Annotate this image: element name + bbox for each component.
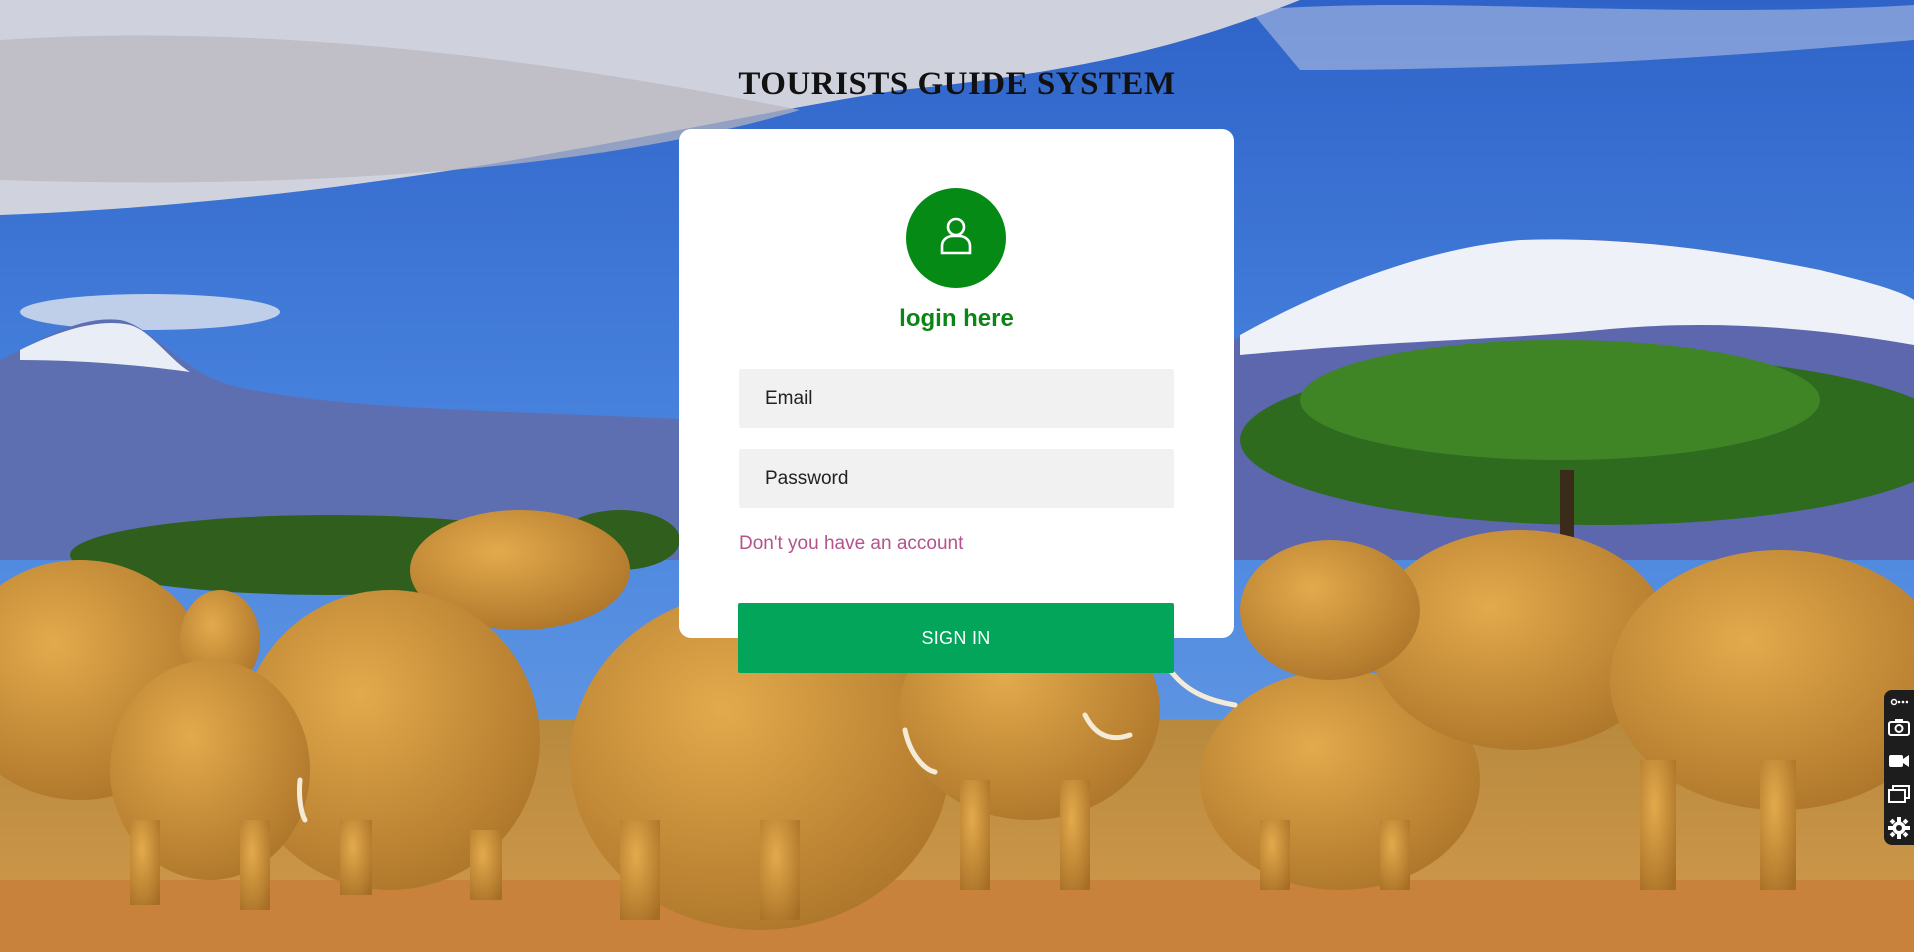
camera-icon[interactable] [1884, 710, 1914, 744]
side-toolbar [1884, 690, 1914, 845]
avatar [906, 188, 1006, 288]
email-field[interactable] [739, 369, 1174, 428]
page-title: TOURISTS GUIDE SYSTEM [738, 66, 1176, 102]
gear-icon[interactable] [1884, 811, 1914, 845]
video-icon[interactable] [1884, 744, 1914, 778]
signin-button[interactable]: SIGN IN [738, 603, 1174, 673]
signup-link[interactable]: Don't you have an account [739, 533, 963, 555]
windows-icon[interactable] [1884, 777, 1914, 811]
login-card: login here Don't you have an account [679, 129, 1234, 638]
password-field[interactable] [739, 449, 1174, 508]
link-icon[interactable] [1884, 694, 1914, 710]
login-heading: login here [899, 305, 1014, 332]
user-icon [938, 216, 974, 261]
